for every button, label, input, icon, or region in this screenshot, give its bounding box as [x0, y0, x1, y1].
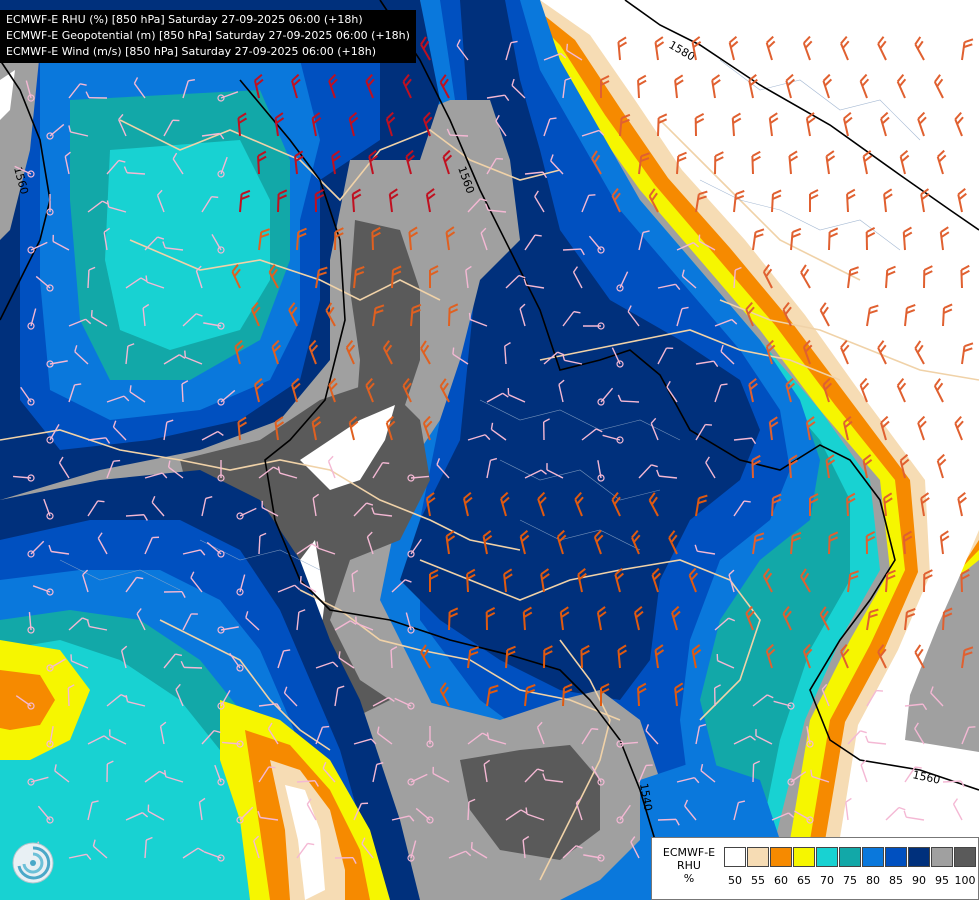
map-title-box: ECMWF-E RHU (%) [850 hPa] Saturday 27-09…: [0, 10, 416, 63]
rhu-map: 1580 1560 1560 1560 1540: [0, 0, 979, 900]
legend-tick-label: 70: [820, 874, 834, 887]
rhu-band-cyan-west: [105, 140, 270, 350]
legend-tick-label: 75: [843, 874, 857, 887]
legend-tick-label: 85: [889, 874, 903, 887]
legend-swatch: [770, 847, 792, 867]
legend-tick-label: 100: [954, 874, 976, 887]
legend-unit: %: [683, 872, 695, 885]
legend-swatch: [885, 847, 907, 867]
legend-tick-label: 60: [774, 874, 788, 887]
legend-ticks: 50 55 60 65 70 75 80 85 90 95 100: [724, 874, 978, 888]
legend-swatch: [908, 847, 930, 867]
legend-tick-label: 50: [728, 874, 742, 887]
title-wind: ECMWF-E Wind (m/s) [850 hPa] Saturday 27…: [6, 45, 376, 58]
legend-tick-label: 95: [935, 874, 949, 887]
ecmwf-logo-icon: [12, 842, 54, 884]
legend-swatch: [793, 847, 815, 867]
legend-swatch: [862, 847, 884, 867]
legend-tick-label: 55: [751, 874, 765, 887]
legend-swatch: [724, 847, 746, 867]
title-geopotential: ECMWF-E Geopotential (m) [850 hPa] Satur…: [6, 29, 410, 42]
rhu-legend: ECMWF-E RHU % 50 55 60 65 70 75 80 85 90 95 100: [651, 837, 979, 900]
legend-swatch: [931, 847, 953, 867]
legend-swatch: [816, 847, 838, 867]
legend-model: ECMWF-E: [662, 846, 716, 859]
legend-tick-label: 90: [912, 874, 926, 887]
legend-tick-label: 65: [797, 874, 811, 887]
legend-swatches: [724, 847, 977, 867]
legend-swatch: [747, 847, 769, 867]
legend-swatch: [839, 847, 861, 867]
legend-tick-label: 80: [866, 874, 880, 887]
legend-swatch: [954, 847, 976, 867]
legend-title: ECMWF-E RHU %: [656, 846, 722, 885]
title-rhu: ECMWF-E RHU (%) [850 hPa] Saturday 27-09…: [6, 13, 363, 26]
legend-variable: RHU: [677, 859, 701, 872]
